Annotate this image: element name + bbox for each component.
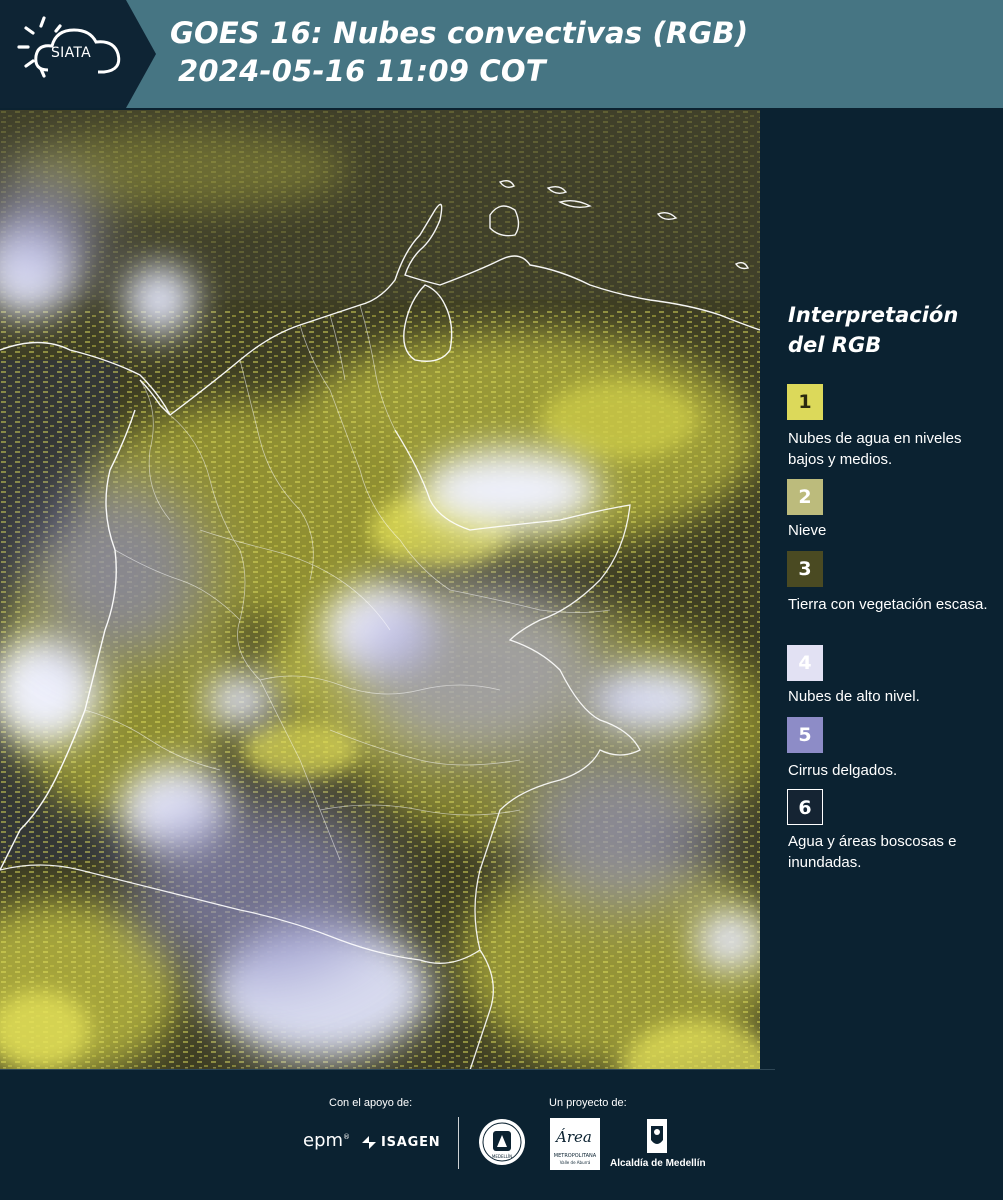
- area-logo-subtext: METROPOLITANA: [553, 1153, 597, 1159]
- seal-icon: [479, 1119, 525, 1165]
- footer-vertical-divider: [458, 1117, 459, 1169]
- legend-swatch-number: 4: [798, 652, 812, 674]
- legend-swatch-4: 4: [787, 645, 823, 681]
- legend-title-line2: del RGB: [788, 333, 882, 357]
- legend-swatch-5: 5: [787, 717, 823, 753]
- legend-title-line1: Interpretación: [788, 303, 959, 327]
- epm-logo-text: epm: [303, 1130, 344, 1151]
- siata-logo: SIATA: [0, 0, 156, 108]
- page-title: GOES 16: Nubes convectivas (RGB): [170, 16, 749, 50]
- legend-label-2: Nieve: [788, 522, 827, 539]
- siata-logo-text: SIATA: [51, 45, 92, 61]
- legend-swatch-2: 2: [787, 479, 823, 515]
- timestamp-title: 2024-05-16 11:09 COT: [178, 54, 546, 88]
- legend-label-5: Cirrus delgados.: [788, 762, 898, 779]
- header-bar: SIATA GOES 16: Nubes convectivas (RGB) 2…: [0, 0, 1003, 108]
- legend-swatch-number: 6: [798, 797, 812, 819]
- satellite-map: [0, 110, 760, 1070]
- footer-divider-line: [0, 1069, 775, 1070]
- isagen-logo: ISAGEN: [360, 1133, 441, 1151]
- legend-label-3: Tierra con vegetación escasa.: [788, 596, 988, 613]
- legend-swatch-number: 2: [798, 486, 812, 508]
- coat-of-arms-icon: [647, 1119, 667, 1153]
- legend-swatch-number: 1: [798, 391, 812, 413]
- legend-swatch-1: 1: [787, 384, 823, 420]
- legend-swatch-3: 3: [787, 551, 823, 587]
- legend-label-1: Nubes de agua en niveles bajos y medios.: [788, 430, 962, 468]
- legend-swatch-6: 6: [787, 789, 823, 825]
- legend-label-6: Agua y áreas boscosas e inundadas.: [788, 833, 957, 871]
- isagen-mark-icon: [362, 1136, 376, 1149]
- satellite-image: [0, 110, 760, 1070]
- epm-logo: epm®: [303, 1130, 351, 1151]
- alcaldia-medellin-logo: Alcaldía de Medellín: [610, 1118, 706, 1170]
- isagen-logo-text: ISAGEN: [381, 1134, 441, 1150]
- legend-swatch-number: 3: [798, 558, 812, 580]
- support-label: Con el apoyo de:: [329, 1097, 413, 1109]
- medellin-seal-logo: MEDELLÍN: [477, 1117, 527, 1167]
- alcaldia-logo-text: Alcaldía de Medellín: [610, 1158, 706, 1169]
- area-logo-subtext2: Valle de Aburrá: [559, 1160, 591, 1165]
- legend-label-4: Nubes de alto nivel.: [788, 688, 920, 705]
- seal-caption: MEDELLÍN: [491, 1154, 513, 1159]
- area-metropolitana-logo: Área METROPOLITANA Valle de Aburrá: [550, 1118, 600, 1170]
- legend-swatch-number: 5: [798, 724, 812, 746]
- project-label: Un proyecto de:: [549, 1097, 627, 1109]
- legend-title: Interpretación del RGB: [788, 300, 993, 360]
- area-logo-word: Área: [556, 1128, 592, 1146]
